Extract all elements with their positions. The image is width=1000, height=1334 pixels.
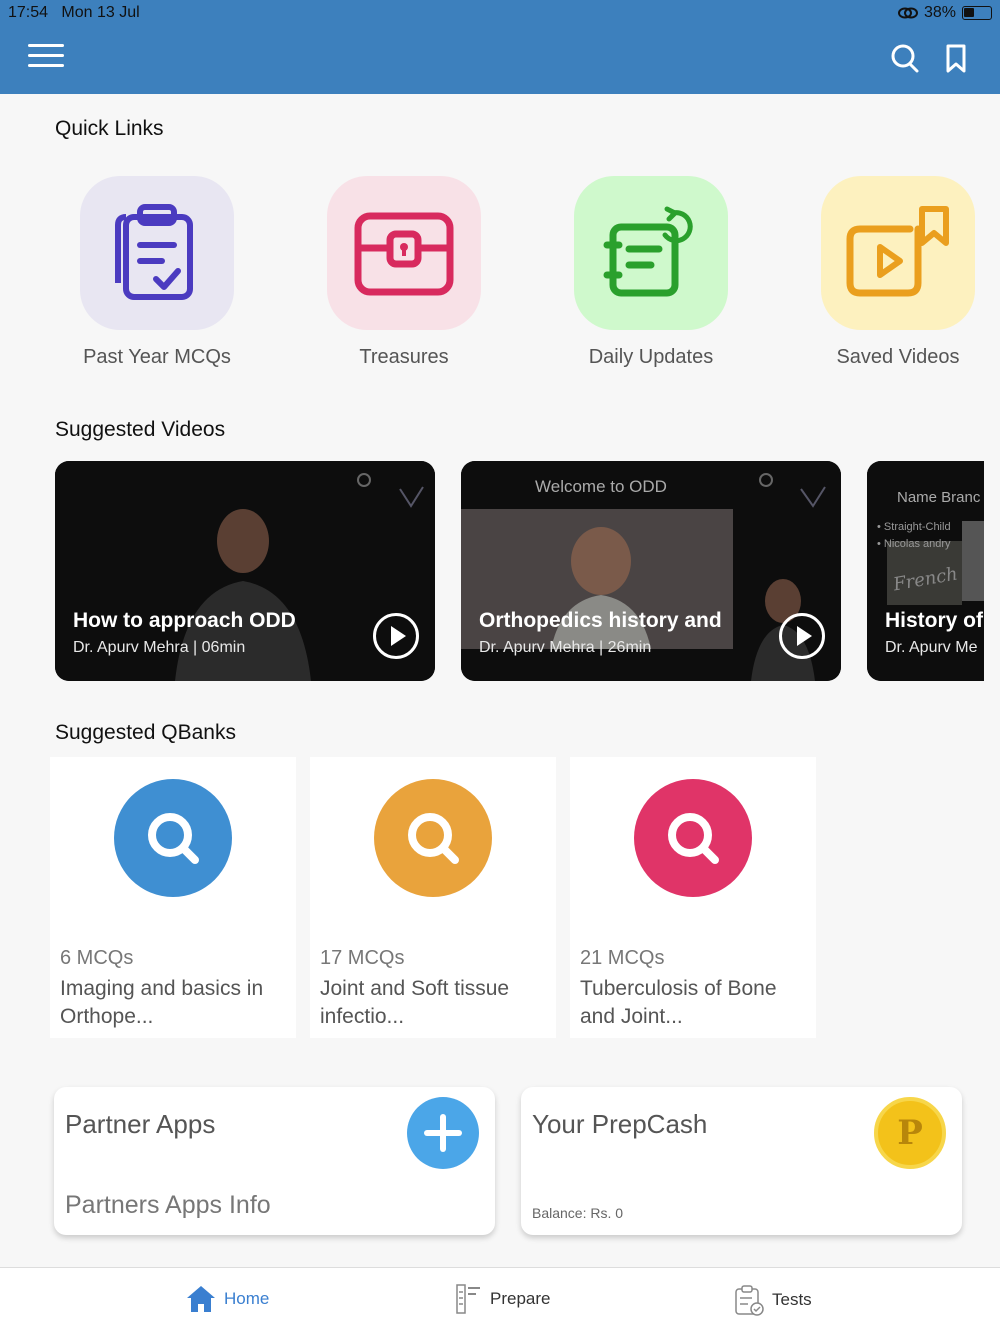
play-icon[interactable] (779, 613, 825, 659)
quick-link-treasures[interactable]: Treasures (304, 176, 504, 369)
coin-icon: P (874, 1097, 946, 1169)
video-title: Orthopedics history and (479, 609, 722, 632)
nav-prepare-label: Prepare (490, 1289, 551, 1308)
hamburger-menu-icon[interactable] (28, 44, 64, 72)
battery-icon (962, 6, 992, 20)
home-icon (187, 1286, 215, 1312)
qbank-name: Imaging and basics in Orthope... (60, 977, 264, 1028)
suggested-videos-title: Suggested Videos (55, 418, 226, 441)
qbank-search-icon (114, 779, 232, 897)
treasure-chest-icon (354, 212, 454, 296)
suggested-qbanks-title: Suggested QBanks (55, 721, 236, 744)
plus-icon (424, 1114, 462, 1152)
video-title: How to approach ODD (73, 609, 296, 632)
bookmark-icon[interactable] (942, 42, 972, 74)
quick-link-tile (574, 176, 728, 330)
bottom-nav: Home Prepare Tests (0, 1267, 1000, 1334)
nav-prepare[interactable]: Prepare (456, 1284, 550, 1314)
qbank-card[interactable]: 21 MCQs Tuberculosis of Bone and Joint..… (570, 757, 816, 1038)
qbank-search-icon (374, 779, 492, 897)
partner-apps-card[interactable]: Partner Apps Partners Apps Info (54, 1087, 495, 1235)
quick-link-label: Daily Updates (588, 346, 714, 368)
status-time: 17:54 Mon 13 Jul (8, 4, 140, 21)
quick-link-tile (821, 176, 975, 330)
video-meta: Dr. Apurv Mehra | 06min (73, 639, 246, 656)
nav-home[interactable]: Home (186, 1284, 269, 1314)
slide-bullet: • Straight-Child (877, 521, 951, 533)
prepcash-card[interactable]: Your PrepCash Balance: Rs. 0 P (521, 1087, 962, 1235)
quick-link-tile (327, 176, 481, 330)
qbank-count: 21 MCQs (580, 947, 665, 969)
quick-link-tile (80, 176, 234, 330)
qbank-card[interactable]: 17 MCQs Joint and Soft tissue infectio..… (310, 757, 556, 1038)
nav-tests-label: Tests (772, 1290, 812, 1309)
quick-link-label: Past Year MCQs (83, 346, 231, 368)
qbank-name: Joint and Soft tissue infectio... (320, 977, 510, 1028)
quick-links-title: Quick Links (55, 117, 164, 140)
video-title: History of (885, 609, 984, 632)
link-icon (897, 7, 918, 19)
video-bookmark-icon (846, 206, 949, 297)
tests-clipboard-icon (735, 1285, 764, 1316)
nav-tests[interactable]: Tests (734, 1284, 812, 1316)
qbank-search-icon (634, 779, 752, 897)
partner-apps-title: Partner Apps (65, 1109, 216, 1139)
quick-link-daily-updates[interactable]: Daily Updates (551, 176, 751, 369)
battery-percent: 38% (923, 4, 956, 21)
qbank-name: Tuberculosis of Bone and Joint... (580, 977, 777, 1028)
notes-refresh-icon (603, 206, 693, 297)
play-icon[interactable] (373, 613, 419, 659)
video-card[interactable]: Welcome to ODD Orthopedics history and D… (461, 461, 841, 681)
slide-heading: Welcome to ODD (535, 477, 667, 496)
quick-link-saved-videos[interactable]: Saved Videos (798, 176, 998, 369)
video-card[interactable]: How to approach ODD Dr. Apurv Mehra | 06… (55, 461, 435, 681)
prepcash-title: Your PrepCash (532, 1109, 708, 1139)
search-icon[interactable] (890, 42, 920, 74)
video-meta: Dr. Apurv Me (885, 639, 978, 656)
slide-bullet: • Nicolas andry (877, 538, 951, 550)
status-indicators: 38% (897, 4, 992, 22)
prepare-icon (456, 1284, 480, 1314)
quick-link-label: Treasures (359, 346, 449, 368)
video-meta: Dr. Apurv Mehra | 26min (479, 639, 652, 656)
video-card[interactable]: Name Branc • Straight-Child • Nicolas an… (867, 461, 984, 681)
slide-heading: Name Branc (897, 489, 981, 506)
add-partner-app-button[interactable] (407, 1097, 479, 1169)
qbank-count: 17 MCQs (320, 947, 405, 969)
nav-home-label: Home (224, 1289, 270, 1308)
clipboard-check-icon (115, 204, 193, 300)
prepcash-balance: Balance: Rs. 0 (532, 1205, 624, 1221)
quick-link-past-year-mcqs[interactable]: Past Year MCQs (57, 176, 257, 369)
partner-apps-subtitle: Partners Apps Info (65, 1191, 271, 1219)
app-header: 17:54 Mon 13 Jul 38% (0, 0, 1000, 94)
qbank-count: 6 MCQs (60, 947, 134, 969)
qbank-card[interactable]: 6 MCQs Imaging and basics in Orthope... (50, 757, 296, 1038)
quick-link-label: Saved Videos (836, 346, 960, 368)
